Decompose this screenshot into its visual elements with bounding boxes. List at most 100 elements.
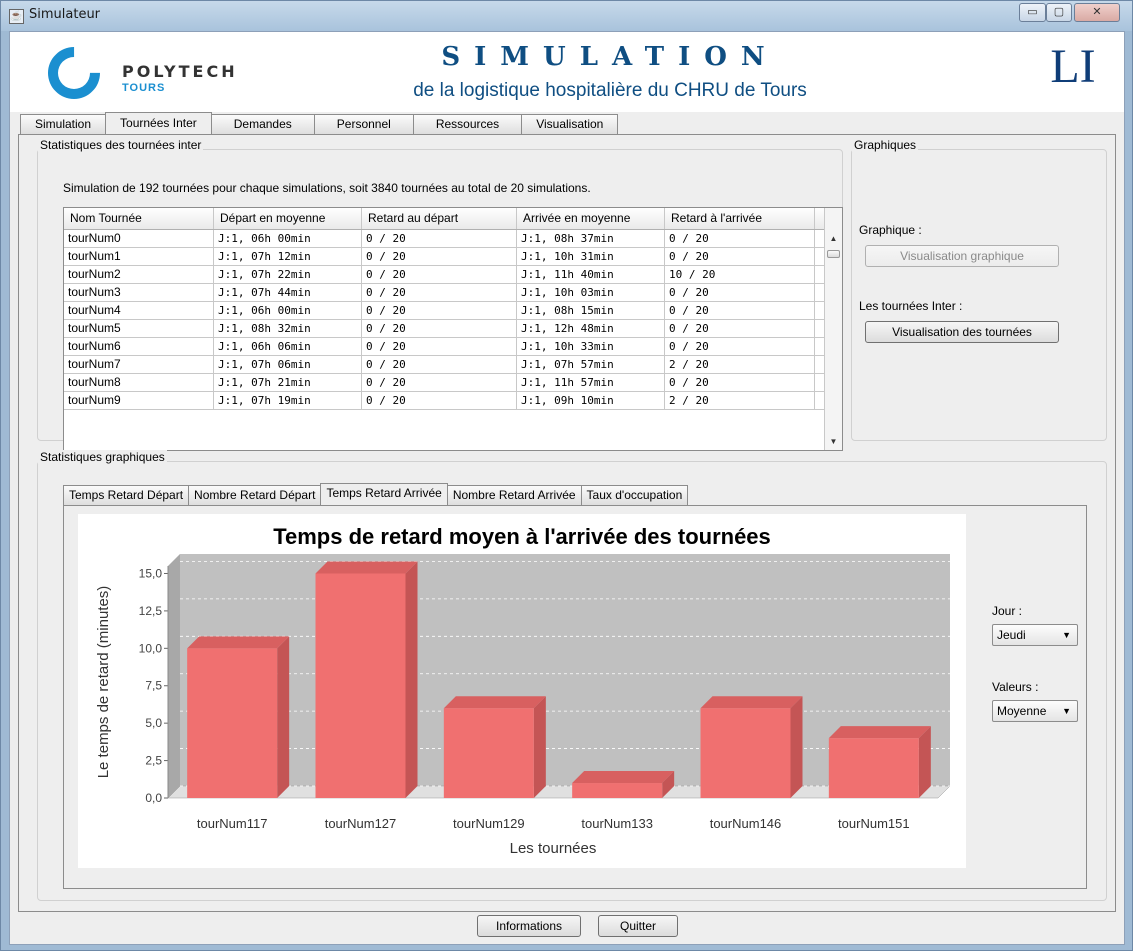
- column-header[interactable]: Arrivée en moyenne: [517, 208, 665, 229]
- table-cell: J:1, 06h 06min: [214, 338, 362, 355]
- chart-panel: Temps de retard moyen à l'arrivée des to…: [63, 505, 1087, 889]
- table-row[interactable]: tourNum3 J:1, 07h 44min 0 / 20 J:1, 10h 03m…: [64, 284, 842, 302]
- column-header[interactable]: Nom Tournée: [64, 208, 214, 229]
- tab-ressources[interactable]: Ressources: [412, 114, 523, 134]
- table-cell: tourNum0: [64, 230, 214, 247]
- logo-text: POLYTECH: [122, 62, 238, 81]
- app-window: ☕ Simulateur ▭ ▢ ✕ POLYTECH TOURS SIMULA…: [0, 0, 1133, 951]
- stats-group-label: Statistiques des tournées inter: [38, 138, 204, 152]
- table-row[interactable]: tourNum1 J:1, 07h 12min 0 / 20 J:1, 10h 31m…: [64, 248, 842, 266]
- bar-top: [700, 696, 803, 709]
- y-tick-label: 0,0: [145, 791, 162, 805]
- y-tick-label: 15,0: [139, 566, 163, 580]
- table-cell: 0 / 20: [362, 392, 517, 409]
- valeurs-select[interactable]: Moyenne ▼: [992, 700, 1078, 722]
- tab-simulation[interactable]: Simulation: [20, 114, 107, 134]
- stats-summary: Simulation de 192 tournées pour chaque s…: [63, 181, 591, 195]
- table-cell: 0 / 20: [362, 284, 517, 301]
- bar-side: [790, 696, 803, 798]
- table-cell: 0 / 20: [665, 248, 815, 265]
- table-cell: 0 / 20: [665, 374, 815, 391]
- table-cell: J:1, 10h 03min: [517, 284, 665, 301]
- chevron-down-icon: ▼: [1062, 706, 1071, 716]
- table-cell: 0 / 20: [362, 302, 517, 319]
- table-row[interactable]: tourNum6 J:1, 06h 06min 0 / 20 J:1, 10h 33m…: [64, 338, 842, 356]
- table-cell: J:1, 07h 19min: [214, 392, 362, 409]
- title-bar: ☕ Simulateur ▭ ▢ ✕: [1, 1, 1132, 31]
- bar-chart: Temps de retard moyen à l'arrivée des to…: [95, 524, 951, 857]
- table-row[interactable]: tourNum5 J:1, 08h 32min 0 / 20 J:1, 12h 48m…: [64, 320, 842, 338]
- table-row[interactable]: tourNum0 J:1, 06h 00min 0 / 20 J:1, 08h 37m…: [64, 230, 842, 248]
- table-cell: tourNum7: [64, 356, 214, 373]
- y-tick-label: 7,5: [145, 679, 162, 693]
- jour-select[interactable]: Jeudi ▼: [992, 624, 1078, 646]
- x-tick-label: tourNum129: [453, 816, 525, 831]
- graph-visualisation-button[interactable]: Visualisation graphique: [865, 245, 1059, 267]
- tab-demandes[interactable]: Demandes: [210, 114, 315, 134]
- table-cell: 0 / 20: [362, 248, 517, 265]
- table-cell: J:1, 10h 33min: [517, 338, 665, 355]
- tab-visualisation[interactable]: Visualisation: [521, 114, 619, 134]
- column-header[interactable]: Départ en moyenne: [214, 208, 362, 229]
- informations-button[interactable]: Informations: [477, 915, 581, 937]
- table-scrollbar[interactable]: ▲ ▼: [824, 208, 842, 450]
- tab-nombre-retard-arrivee[interactable]: Nombre Retard Arrivée: [446, 485, 582, 505]
- table-row[interactable]: tourNum2 J:1, 07h 22min 0 / 20 J:1, 11h 40m…: [64, 266, 842, 284]
- table-cell: J:1, 07h 21min: [214, 374, 362, 391]
- bar-top: [572, 771, 675, 784]
- tab-taux-occupation[interactable]: Taux d'occupation: [580, 485, 689, 505]
- logo-subtext: TOURS: [122, 82, 166, 94]
- table-cell: 0 / 20: [665, 320, 815, 337]
- close-button[interactable]: ✕: [1074, 3, 1120, 22]
- scroll-thumb[interactable]: [827, 250, 840, 258]
- table-row[interactable]: tourNum4 J:1, 06h 00min 0 / 20 J:1, 08h 15m…: [64, 302, 842, 320]
- jour-label: Jour :: [992, 604, 1023, 618]
- table-cell: tourNum5: [64, 320, 214, 337]
- tab-temps-retard-arrivee[interactable]: Temps Retard Arrivée: [320, 483, 448, 505]
- tab-personnel[interactable]: Personnel: [313, 114, 414, 134]
- bar: [443, 708, 534, 798]
- chart-title: Temps de retard moyen à l'arrivée des to…: [273, 524, 771, 549]
- table-cell: J:1, 06h 00min: [214, 302, 362, 319]
- table-cell: J:1, 11h 40min: [517, 266, 665, 283]
- valeurs-value: Moyenne: [997, 704, 1047, 718]
- column-header[interactable]: Retard à l'arrivée: [665, 208, 815, 229]
- chart-tabs: Temps Retard Départ Nombre Retard Départ…: [63, 483, 689, 505]
- maximize-button[interactable]: ▢: [1046, 3, 1072, 22]
- table-row[interactable]: tourNum8 J:1, 07h 21min 0 / 20 J:1, 11h 57m…: [64, 374, 842, 392]
- x-tick-label: tourNum127: [325, 816, 397, 831]
- plot-left-wall: [168, 554, 180, 798]
- table-cell: tourNum4: [64, 302, 214, 319]
- bar-side: [533, 696, 546, 798]
- table-cell: 10 / 20: [665, 266, 815, 283]
- bar-top: [315, 561, 418, 574]
- table-row[interactable]: tourNum9 J:1, 07h 19min 0 / 20 J:1, 09h 10m…: [64, 392, 842, 410]
- table-cell: tourNum6: [64, 338, 214, 355]
- tab-nombre-retard-depart[interactable]: Nombre Retard Départ: [188, 485, 322, 505]
- quitter-button[interactable]: Quitter: [598, 915, 678, 937]
- page-subtitle: de la logistique hospitalière du CHRU de…: [413, 80, 807, 101]
- table-cell: J:1, 07h 57min: [517, 356, 665, 373]
- graphiques-group: Graphiques: [851, 138, 1107, 441]
- bar-top: [187, 636, 290, 649]
- bar: [315, 573, 406, 798]
- table-cell: 0 / 20: [362, 320, 517, 337]
- java-icon: ☕: [9, 9, 24, 24]
- table-row[interactable]: tourNum7 J:1, 07h 06min 0 / 20 J:1, 07h 57m…: [64, 356, 842, 374]
- tours-visualisation-button[interactable]: Visualisation des tournées: [865, 321, 1059, 343]
- tab-temps-retard-depart[interactable]: Temps Retard Départ: [63, 485, 190, 505]
- scroll-down-icon[interactable]: ▼: [825, 433, 842, 450]
- tab-tournees-inter[interactable]: Tournées Inter: [105, 112, 212, 134]
- client-area: POLYTECH TOURS SIMULATION de la logistiq…: [9, 31, 1125, 945]
- column-header[interactable]: Retard au départ: [362, 208, 517, 229]
- table-cell: 0 / 20: [665, 302, 815, 319]
- table-cell: J:1, 09h 10min: [517, 392, 665, 409]
- table-cell: 0 / 20: [362, 374, 517, 391]
- table-cell: 0 / 20: [362, 356, 517, 373]
- scroll-up-icon[interactable]: ▲: [825, 230, 842, 247]
- graph-label: Graphique :: [859, 223, 922, 237]
- tours-label: Les tournées Inter :: [859, 299, 963, 313]
- minimize-button[interactable]: ▭: [1019, 3, 1046, 22]
- table-cell: 0 / 20: [362, 338, 517, 355]
- bar-side: [405, 561, 418, 798]
